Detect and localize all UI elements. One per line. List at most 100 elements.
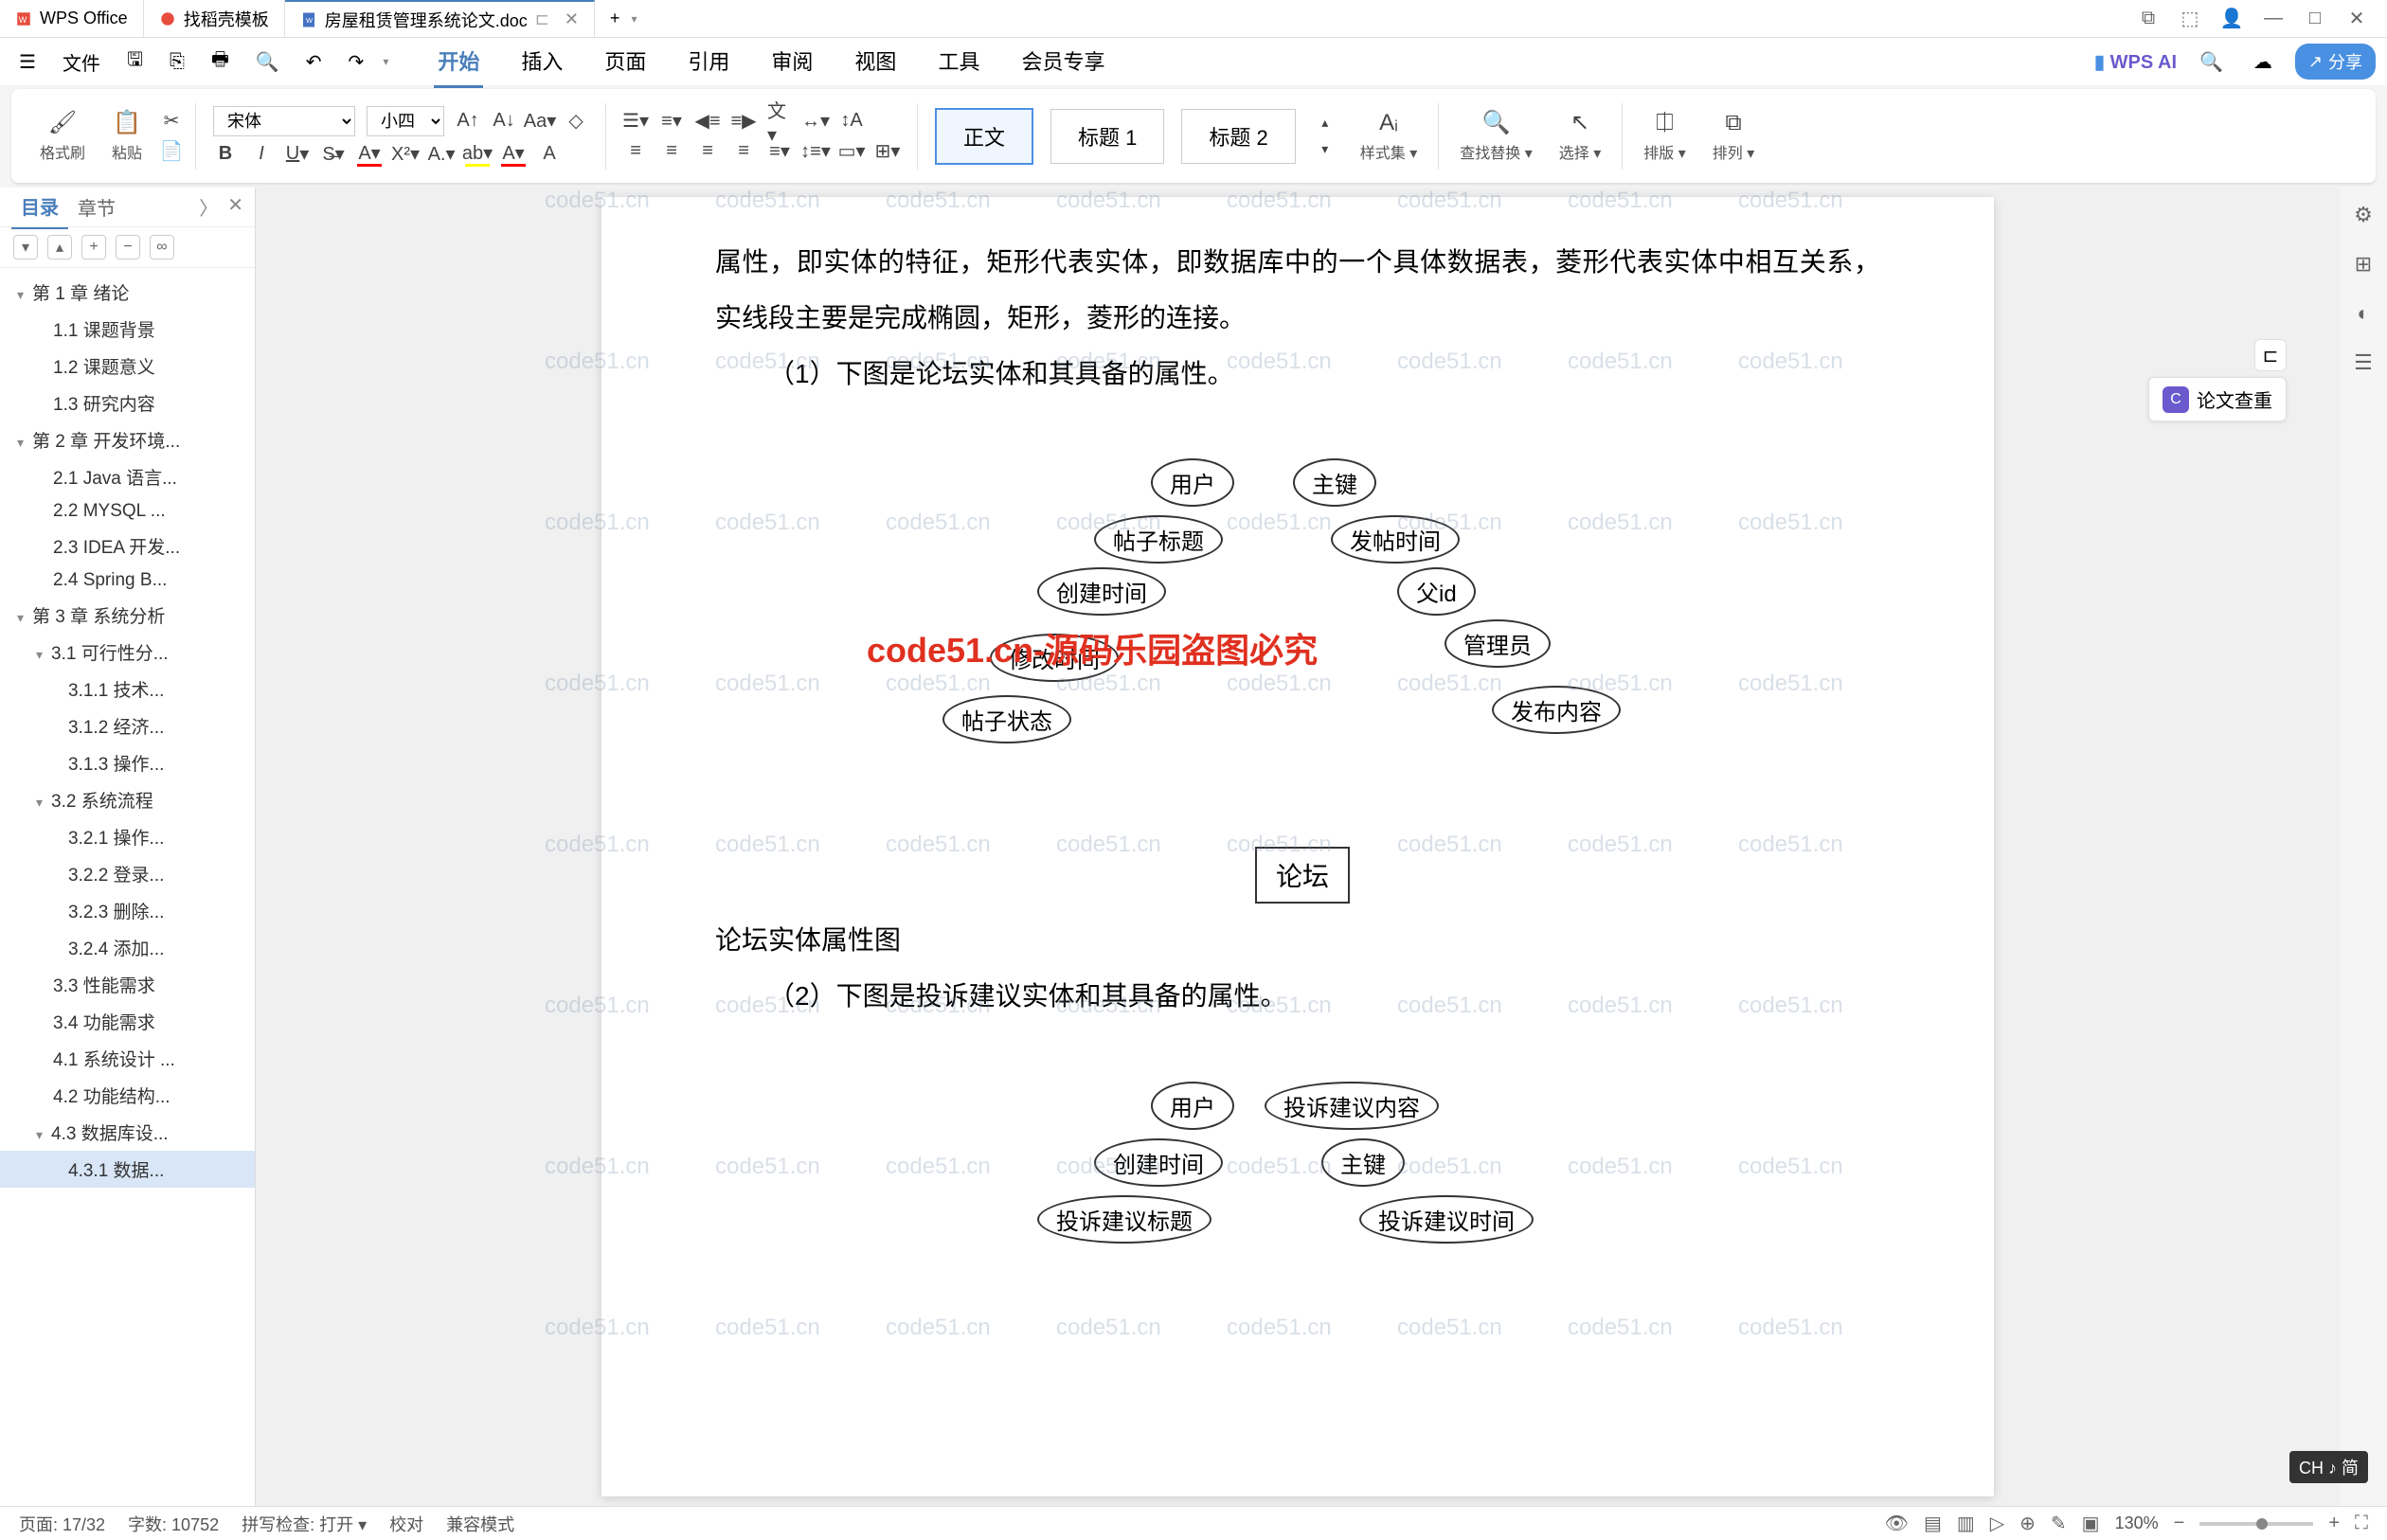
- export-icon[interactable]: ⎘: [162, 47, 192, 77]
- text-color2-icon[interactable]: A▾: [501, 142, 526, 167]
- outline-item[interactable]: 1.2 课题意义: [0, 348, 255, 385]
- tab-start[interactable]: 开始: [434, 36, 483, 88]
- outline-item[interactable]: 3.1.2 经济...: [0, 707, 255, 744]
- wps-ai-button[interactable]: ▮ WPS AI: [2094, 50, 2177, 74]
- paste-icon[interactable]: 📋: [113, 109, 141, 136]
- grow-font-icon[interactable]: A↑: [456, 109, 480, 134]
- save-icon[interactable]: 🖫: [119, 42, 151, 81]
- print-icon[interactable]: 🖶: [204, 42, 237, 81]
- shrink-font-icon[interactable]: A↓: [492, 109, 516, 134]
- outline-item[interactable]: ▾第 3 章 系统分析: [0, 597, 255, 634]
- compat-mode[interactable]: 兼容模式: [446, 1512, 514, 1536]
- outline-item[interactable]: 3.1.3 操作...: [0, 744, 255, 781]
- outline-item[interactable]: 4.2 功能结构...: [0, 1077, 255, 1114]
- outline-item[interactable]: 2.1 Java 语言...: [0, 458, 255, 495]
- bold-icon[interactable]: B: [213, 142, 238, 167]
- outline-item[interactable]: 3.2.2 登录...: [0, 855, 255, 892]
- style-up-icon[interactable]: ▴: [1313, 111, 1337, 135]
- text-direction-icon[interactable]: 文▾: [767, 109, 792, 134]
- outline-item[interactable]: 3.3 性能需求: [0, 966, 255, 1003]
- outline-item[interactable]: 2.4 Spring B...: [0, 564, 255, 597]
- font-family-select[interactable]: 宋体: [213, 106, 355, 136]
- template-tab[interactable]: 找稻壳模板: [144, 0, 285, 37]
- tab-reference[interactable]: 引用: [684, 36, 733, 88]
- link-icon[interactable]: ∞: [150, 235, 174, 260]
- typeset-group[interactable]: ⎅ 排版 ▾: [1634, 110, 1696, 163]
- distribute-icon[interactable]: ≡▾: [767, 139, 792, 164]
- rail-tool1-icon[interactable]: ⚙: [2347, 199, 2379, 231]
- cut-icon[interactable]: ✂: [159, 109, 184, 134]
- tab-view[interactable]: 视图: [851, 36, 900, 88]
- font-color-icon[interactable]: A▾: [357, 142, 382, 167]
- rail-tool3-icon[interactable]: ◐: [2347, 297, 2379, 330]
- outline-item[interactable]: 3.2.3 删除...: [0, 892, 255, 929]
- zoom-out-icon[interactable]: −: [2174, 1513, 2185, 1534]
- rail-tool4-icon[interactable]: ☰: [2347, 347, 2379, 379]
- fit-icon[interactable]: ▣: [2082, 1512, 2100, 1535]
- play-icon[interactable]: ▷: [1990, 1512, 2004, 1535]
- fullscreen-icon[interactable]: ⛶: [2355, 1513, 2368, 1534]
- align-justify-icon[interactable]: ≡: [731, 139, 756, 164]
- share-button[interactable]: ↗分享: [2295, 44, 2376, 80]
- avatar-icon[interactable]: 👤: [2220, 8, 2243, 30]
- outline-list[interactable]: ▾第 1 章 绪论1.1 课题背景1.2 课题意义1.3 研究内容▾第 2 章 …: [0, 268, 255, 1506]
- outline-item[interactable]: 4.3.1 数据...: [0, 1151, 255, 1188]
- align-center-icon[interactable]: ≡: [659, 139, 684, 164]
- font-size-select[interactable]: 小四: [367, 106, 444, 136]
- outline-item[interactable]: 3.2.1 操作...: [0, 818, 255, 855]
- highlight-icon[interactable]: ab▾: [465, 142, 490, 167]
- undo-icon[interactable]: ↶: [298, 46, 330, 78]
- increase-indent-icon[interactable]: ≡▶: [731, 109, 756, 134]
- outline-item[interactable]: 2.2 MYSQL ...: [0, 495, 255, 528]
- superscript-icon[interactable]: X²▾: [393, 142, 418, 167]
- outline-item[interactable]: 1.3 研究内容: [0, 385, 255, 421]
- menu-icon[interactable]: ☰: [11, 46, 44, 78]
- page-indicator[interactable]: 页面: 17/32: [19, 1512, 105, 1536]
- outline-item[interactable]: ▾3.1 可行性分...: [0, 634, 255, 671]
- tab-insert[interactable]: 插入: [517, 36, 566, 88]
- search-icon[interactable]: 🔍: [2192, 46, 2231, 78]
- preview-icon[interactable]: 🔍: [248, 46, 287, 78]
- outline-tab-contents[interactable]: 目录: [11, 185, 68, 229]
- pin-icon[interactable]: ⊏: [535, 9, 549, 29]
- zoom-level[interactable]: 130%: [2115, 1513, 2159, 1533]
- document-tab[interactable]: W 房屋租赁管理系统论文.doc ⊏ ✕: [285, 0, 595, 37]
- align-right-icon[interactable]: ≡: [695, 139, 720, 164]
- word-count[interactable]: 字数: 10752: [128, 1512, 219, 1536]
- borders-icon[interactable]: ⊞▾: [875, 139, 900, 164]
- style-down-icon[interactable]: ▾: [1313, 137, 1337, 162]
- redo-icon[interactable]: ↷: [341, 46, 372, 78]
- file-menu[interactable]: 文件: [55, 45, 108, 80]
- print-layout-icon[interactable]: ▤: [1924, 1512, 1942, 1535]
- decrease-indent-icon[interactable]: ◀≡: [695, 109, 720, 134]
- rail-tool2-icon[interactable]: ⊞: [2347, 248, 2379, 280]
- select-group[interactable]: ↖ 选择 ▾: [1550, 109, 1611, 163]
- close-window-icon[interactable]: ✕: [2345, 8, 2368, 30]
- cube-icon[interactable]: ⬚: [2179, 8, 2201, 30]
- outline-item[interactable]: 4.1 系统设计 ...: [0, 1040, 255, 1077]
- zoom-slider[interactable]: [2199, 1522, 2313, 1526]
- proofread-status[interactable]: 校对: [389, 1512, 423, 1536]
- outline-item[interactable]: 3.4 功能需求: [0, 1003, 255, 1040]
- close-panel-icon[interactable]: ✕: [227, 193, 243, 221]
- collapse-rail-icon[interactable]: ⊏: [2254, 339, 2287, 371]
- style-set-group[interactable]: Aᵢ 样式集 ▾: [1351, 110, 1427, 163]
- outline-item[interactable]: 3.1.1 技术...: [0, 671, 255, 707]
- outline-item[interactable]: ▾第 1 章 绪论: [0, 274, 255, 311]
- clear-format-icon[interactable]: ◇: [564, 109, 588, 134]
- char-scale-icon[interactable]: ↔▾: [803, 109, 828, 134]
- collapse-up-icon[interactable]: ▴: [47, 235, 72, 260]
- maximize-icon[interactable]: □: [2304, 8, 2326, 30]
- plagiarism-check-button[interactable]: C 论文查重: [2148, 377, 2287, 421]
- minimize-icon[interactable]: —: [2262, 8, 2285, 30]
- new-tab-button[interactable]: + ▾: [595, 0, 653, 37]
- outline-tab-sections[interactable]: 章节: [68, 186, 125, 228]
- app-tab[interactable]: W WPS Office: [0, 0, 144, 37]
- tab-page[interactable]: 页面: [601, 36, 650, 88]
- chevron-down-icon[interactable]: ▾: [383, 55, 388, 68]
- ime-indicator[interactable]: CH ♪ 简: [2289, 1451, 2368, 1483]
- remove-item-icon[interactable]: −: [116, 235, 140, 260]
- arrange-group[interactable]: ⧉ 排列 ▾: [1703, 110, 1765, 163]
- document-canvas[interactable]: 属性，即实体的特征，矩形代表实体，即数据库中的一个具体数据表，菱形代表实体中相互…: [256, 188, 2340, 1506]
- tab-review[interactable]: 审阅: [767, 36, 817, 88]
